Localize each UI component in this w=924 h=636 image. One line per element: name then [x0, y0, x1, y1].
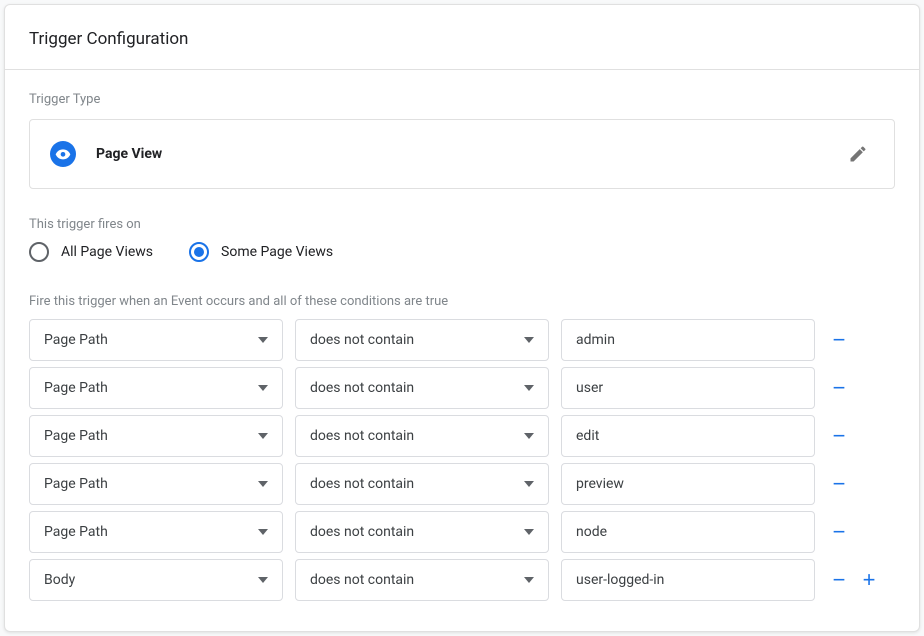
caret-down-icon — [258, 433, 268, 439]
operator-select[interactable]: does not contain — [295, 559, 549, 601]
eye-icon — [50, 141, 76, 167]
operator-select[interactable]: does not contain — [295, 367, 549, 409]
minus-icon: − — [833, 375, 846, 401]
card-header: Trigger Configuration — [5, 5, 919, 70]
value-input[interactable] — [561, 511, 815, 553]
variable-select[interactable]: Page Path — [29, 319, 283, 361]
operator-select[interactable]: does not contain — [295, 463, 549, 505]
conditions-label: Fire this trigger when an Event occurs a… — [29, 294, 895, 309]
radio-unchecked-icon — [29, 242, 49, 262]
add-condition-button[interactable]: + — [857, 568, 881, 592]
variable-value: Page Path — [44, 428, 108, 444]
caret-down-icon — [524, 481, 534, 487]
plus-icon: + — [863, 567, 876, 593]
conditions-container: Page Path does not contain − Page Path does … — [29, 319, 895, 601]
variable-select[interactable]: Page Path — [29, 511, 283, 553]
operator-value: does not contain — [310, 332, 414, 348]
minus-icon: − — [833, 423, 846, 449]
operator-value: does not contain — [310, 380, 414, 396]
caret-down-icon — [524, 385, 534, 391]
row-actions: − — [827, 376, 883, 400]
operator-value: does not contain — [310, 476, 414, 492]
minus-icon: − — [833, 471, 846, 497]
fires-on-label: This trigger fires on — [29, 217, 895, 232]
value-input[interactable] — [561, 463, 815, 505]
radio-some-page-views[interactable]: Some Page Views — [189, 242, 333, 262]
radio-all-label: All Page Views — [61, 244, 153, 260]
row-actions: − — [827, 520, 883, 544]
remove-condition-button[interactable]: − — [827, 328, 851, 352]
trigger-type-box[interactable]: Page View — [29, 119, 895, 189]
operator-value: does not contain — [310, 524, 414, 540]
operator-select[interactable]: does not contain — [295, 319, 549, 361]
caret-down-icon — [258, 481, 268, 487]
variable-select[interactable]: Page Path — [29, 415, 283, 457]
operator-select[interactable]: does not contain — [295, 511, 549, 553]
minus-icon: − — [833, 567, 846, 593]
row-actions: − — [827, 472, 883, 496]
variable-value: Page Path — [44, 332, 108, 348]
page-title: Trigger Configuration — [29, 29, 895, 49]
condition-row: Body does not contain −+ — [29, 559, 895, 601]
minus-icon: − — [833, 327, 846, 353]
remove-condition-button[interactable]: − — [827, 472, 851, 496]
value-input[interactable] — [561, 559, 815, 601]
trigger-type-name: Page View — [96, 146, 842, 162]
caret-down-icon — [258, 337, 268, 343]
value-input[interactable] — [561, 415, 815, 457]
condition-row: Page Path does not contain − — [29, 463, 895, 505]
variable-select[interactable]: Page Path — [29, 463, 283, 505]
trigger-type-label: Trigger Type — [29, 92, 895, 107]
card-body: Trigger Type Page View This trigger fire… — [5, 70, 919, 631]
row-actions: − — [827, 424, 883, 448]
variable-value: Page Path — [44, 524, 108, 540]
value-input[interactable] — [561, 367, 815, 409]
operator-value: does not contain — [310, 428, 414, 444]
condition-row: Page Path does not contain − — [29, 319, 895, 361]
caret-down-icon — [258, 529, 268, 535]
condition-row: Page Path does not contain − — [29, 511, 895, 553]
trigger-config-card: Trigger Configuration Trigger Type Page … — [4, 4, 920, 632]
caret-down-icon — [524, 337, 534, 343]
remove-condition-button[interactable]: − — [827, 424, 851, 448]
condition-row: Page Path does not contain − — [29, 415, 895, 457]
caret-down-icon — [258, 385, 268, 391]
remove-condition-button[interactable]: − — [827, 520, 851, 544]
pencil-icon — [848, 144, 868, 164]
operator-value: does not contain — [310, 572, 414, 588]
variable-value: Page Path — [44, 476, 108, 492]
row-actions: −+ — [827, 568, 883, 592]
value-input[interactable] — [561, 319, 815, 361]
operator-select[interactable]: does not contain — [295, 415, 549, 457]
fires-on-radio-group: All Page Views Some Page Views — [29, 242, 895, 262]
variable-value: Page Path — [44, 380, 108, 396]
radio-some-label: Some Page Views — [221, 244, 333, 260]
row-actions: − — [827, 328, 883, 352]
variable-select[interactable]: Page Path — [29, 367, 283, 409]
variable-select[interactable]: Body — [29, 559, 283, 601]
caret-down-icon — [524, 577, 534, 583]
variable-value: Body — [44, 572, 75, 588]
caret-down-icon — [524, 529, 534, 535]
caret-down-icon — [258, 577, 268, 583]
minus-icon: − — [833, 519, 846, 545]
edit-button[interactable] — [842, 138, 874, 170]
radio-checked-icon — [189, 242, 209, 262]
condition-row: Page Path does not contain − — [29, 367, 895, 409]
remove-condition-button[interactable]: − — [827, 376, 851, 400]
radio-all-page-views[interactable]: All Page Views — [29, 242, 153, 262]
remove-condition-button[interactable]: − — [827, 568, 851, 592]
caret-down-icon — [524, 433, 534, 439]
